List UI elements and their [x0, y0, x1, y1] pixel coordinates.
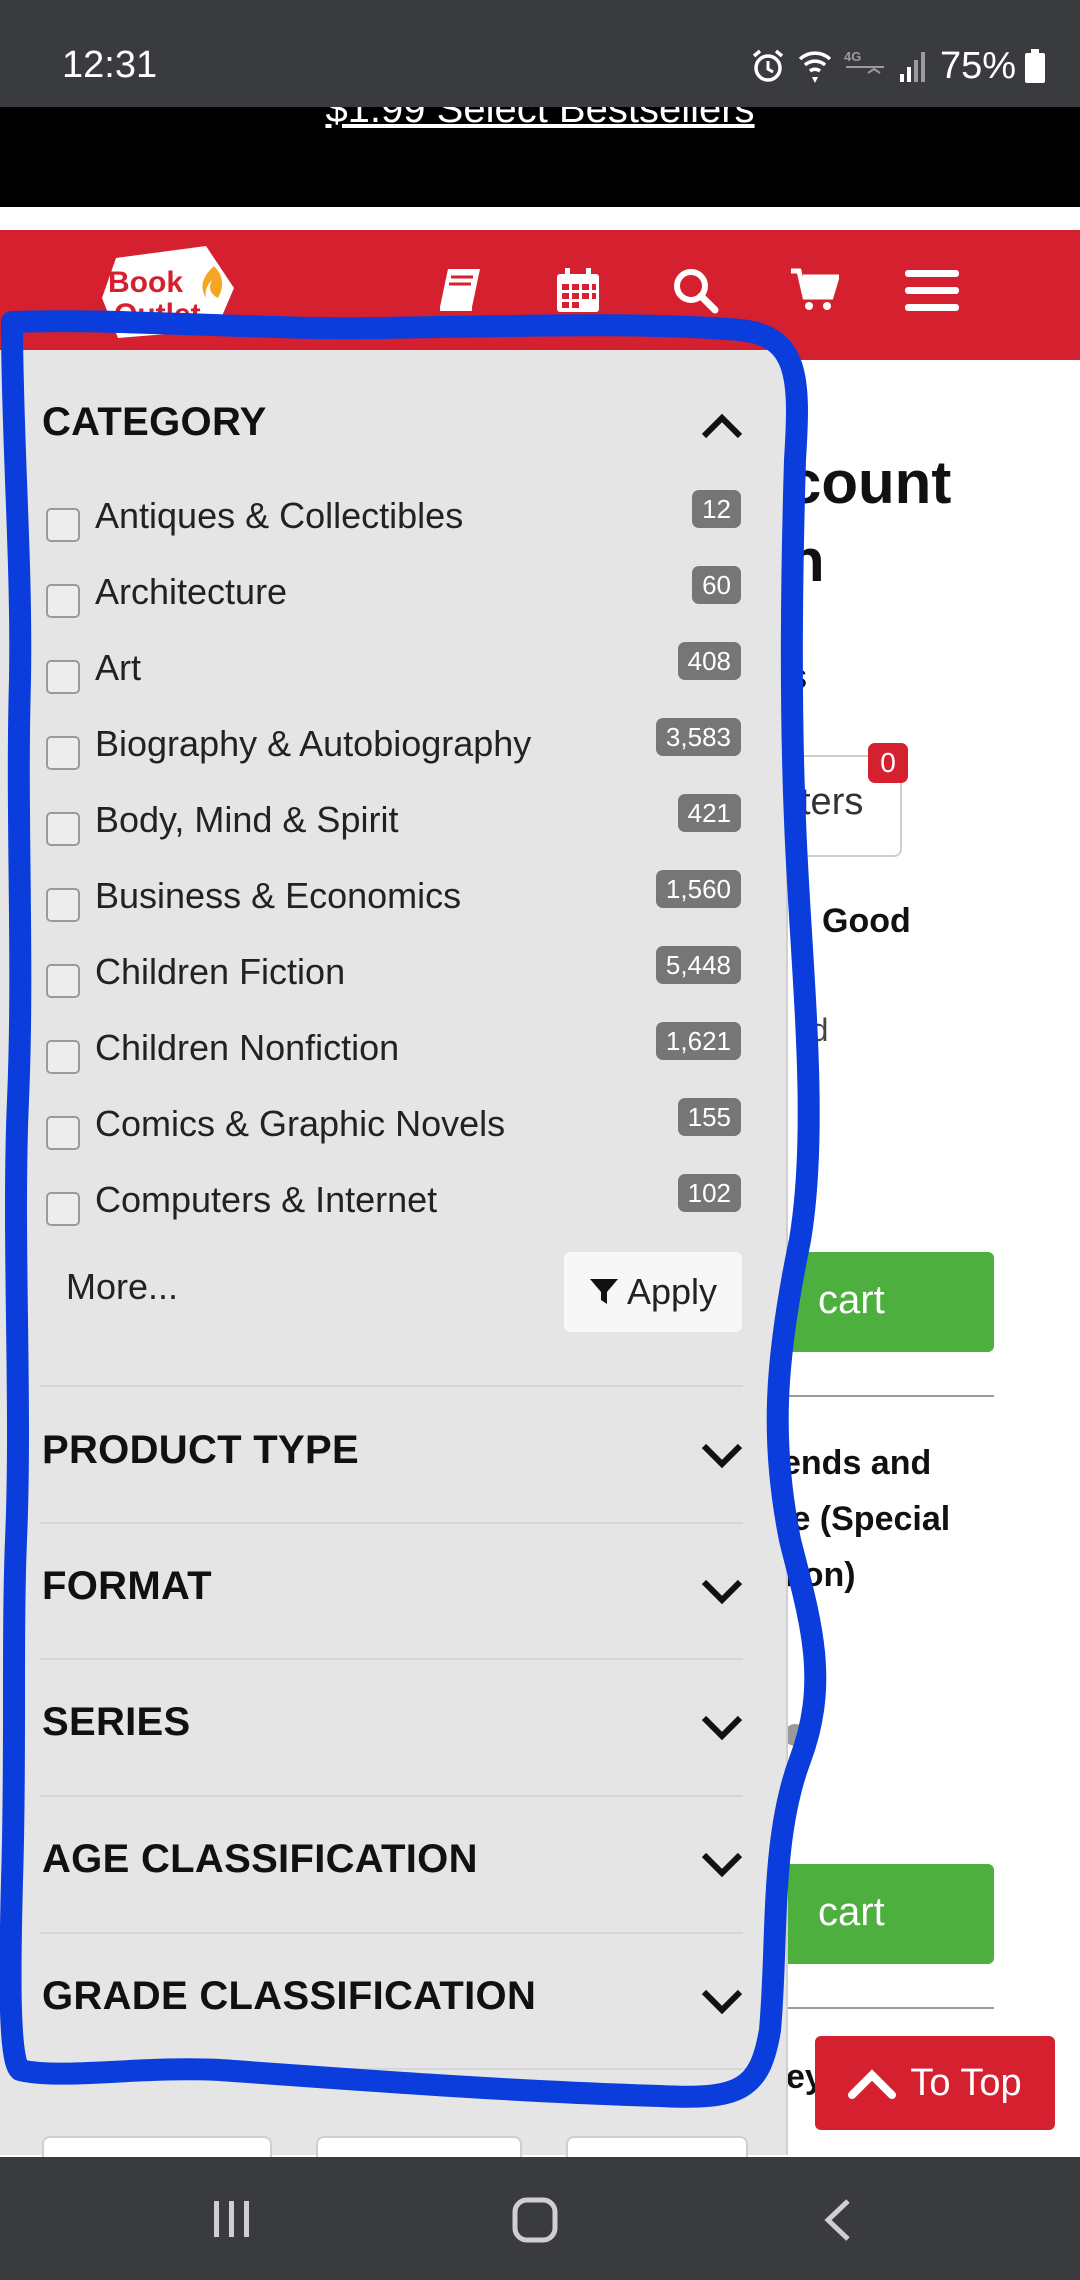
back-icon[interactable] — [822, 2197, 852, 2243]
section-divider — [40, 1932, 743, 1934]
page-heading-line-2: n — [788, 527, 825, 594]
to-top-button[interactable]: To Top — [815, 2036, 1055, 2130]
category-label-children-nonfiction[interactable]: Children Nonfiction — [95, 1027, 399, 1069]
chevron-down-icon[interactable] — [700, 1849, 744, 1879]
page-heading-line-1: count — [788, 449, 952, 516]
category-label-comics[interactable]: Comics & Graphic Novels — [95, 1103, 505, 1145]
section-divider — [40, 1522, 743, 1524]
alarm-icon — [750, 46, 786, 86]
category-label-children-fiction[interactable]: Children Fiction — [95, 951, 345, 993]
battery-percentage: 75% — [939, 44, 1016, 87]
category-count-art: 408 — [677, 642, 741, 680]
category-count-children-fiction: 5,448 — [655, 946, 741, 984]
category-count-children-nonfiction: 1,621 — [655, 1022, 741, 1060]
condition-label: Good — [822, 902, 911, 940]
battery-icon — [1024, 46, 1046, 86]
product-title-line-1: ends and — [782, 1444, 932, 1482]
category-label-biography[interactable]: Biography & Autobiography — [95, 723, 531, 765]
category-checkbox-computers[interactable] — [46, 1192, 80, 1226]
site-header: Book Outlet — [0, 230, 1080, 360]
category-checkbox-biography[interactable] — [46, 736, 80, 770]
category-checkbox-business[interactable] — [46, 888, 80, 922]
to-top-label: To Top — [910, 2061, 1022, 2104]
cart-icon[interactable] — [784, 260, 844, 320]
category-count-biography: 3,583 — [655, 718, 741, 756]
signal-icon — [898, 46, 928, 86]
category-label-business[interactable]: Business & Economics — [95, 875, 461, 917]
add-to-cart-label: cart — [818, 1278, 885, 1322]
section-divider — [40, 1795, 743, 1797]
results-text: s — [790, 658, 807, 696]
wifi-icon — [798, 46, 832, 86]
logo-line-2: Outlet — [114, 298, 201, 331]
product-title-line-2: le (Special — [782, 1500, 951, 1538]
chevron-up-icon[interactable] — [700, 410, 744, 440]
filters-label: ters — [800, 781, 864, 823]
category-checkbox-body-mind-spirit[interactable] — [46, 812, 80, 846]
category-checkbox-comics[interactable] — [46, 1116, 80, 1150]
category-checkbox-children-nonfiction[interactable] — [46, 1040, 80, 1074]
search-icon[interactable] — [665, 260, 725, 320]
section-divider — [40, 1658, 743, 1660]
chevron-down-icon[interactable] — [700, 1712, 744, 1742]
section-divider — [40, 1385, 743, 1387]
category-label-body-mind-spirit[interactable]: Body, Mind & Spirit — [95, 799, 398, 841]
format-label: rd — [800, 1012, 829, 1048]
status-bar: 12:31 4G 75% — [0, 0, 1080, 107]
menu-icon[interactable] — [902, 260, 962, 320]
category-count-comics: 155 — [677, 1098, 741, 1136]
product-type-heading[interactable]: PRODUCT TYPE — [42, 1428, 359, 1473]
book-icon[interactable] — [430, 260, 490, 320]
status-time: 12:31 — [62, 44, 158, 86]
category-count-antiques: 12 — [692, 490, 741, 528]
svg-text:4G: 4G — [844, 49, 861, 64]
home-icon[interactable] — [512, 2197, 558, 2243]
logo-line-1: Book — [108, 266, 183, 299]
more-categories-link[interactable]: More... — [66, 1266, 178, 1308]
age-classification-heading[interactable]: AGE CLASSIFICATION — [42, 1837, 478, 1882]
category-count-computers: 102 — [677, 1174, 741, 1212]
apply-label: Apply — [626, 1271, 718, 1312]
category-label-antiques[interactable]: Antiques & Collectibles — [95, 495, 463, 537]
category-label-architecture[interactable]: Architecture — [95, 571, 287, 613]
chevron-down-icon[interactable] — [700, 1576, 744, 1606]
calendar-icon[interactable] — [548, 260, 608, 320]
format-heading[interactable]: FORMAT — [42, 1564, 212, 1609]
product-title-line-3: tion) — [782, 1556, 856, 1594]
lte-icon: 4G — [844, 46, 886, 86]
book-outlet-logo[interactable]: Book Outlet — [96, 238, 246, 346]
category-checkbox-architecture[interactable] — [46, 584, 80, 618]
category-label-art[interactable]: Art — [95, 647, 141, 689]
add-to-cart-label-2: cart — [818, 1890, 885, 1934]
apply-button[interactable]: Apply — [564, 1252, 742, 1332]
recent-apps-icon[interactable] — [210, 2199, 254, 2239]
category-checkbox-children-fiction[interactable] — [46, 964, 80, 998]
category-checkbox-antiques[interactable] — [46, 508, 80, 542]
product-divider — [788, 1395, 994, 1397]
system-nav-bar — [0, 2157, 1080, 2280]
chevron-down-icon[interactable] — [700, 1986, 744, 2016]
category-count-body-mind-spirit: 421 — [677, 794, 741, 832]
chevron-up-icon — [848, 2069, 897, 2099]
category-count-architecture: 60 — [692, 566, 741, 604]
product-divider-2 — [788, 2007, 994, 2009]
category-checkbox-art[interactable] — [46, 660, 80, 694]
grade-classification-heading[interactable]: GRADE CLASSIFICATION — [42, 1974, 536, 2019]
category-count-business: 1,560 — [655, 870, 741, 908]
series-heading[interactable]: SERIES — [42, 1700, 191, 1745]
category-label-computers[interactable]: Computers & Internet — [95, 1179, 437, 1221]
section-divider — [40, 2068, 743, 2070]
filters-count-badge: 0 — [868, 743, 908, 783]
chevron-down-icon[interactable] — [700, 1440, 744, 1470]
category-heading[interactable]: CATEGORY — [42, 400, 267, 445]
status-icons: 4G 75% — [750, 42, 1080, 90]
filter-icon — [589, 1279, 618, 1304]
